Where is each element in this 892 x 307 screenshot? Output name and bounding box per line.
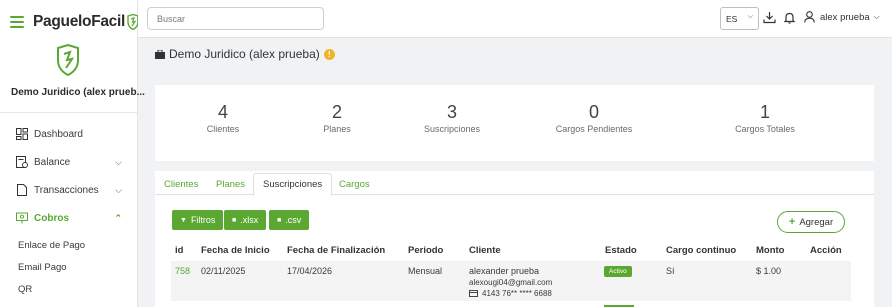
chevron-down-icon: ⌵ (747, 13, 753, 20)
export-csv-button[interactable]: ■ .csv (269, 210, 310, 230)
payments-icon (16, 212, 28, 224)
stat-value: 2 (331, 102, 342, 122)
row-end-date: 17/04/2026 (287, 266, 333, 276)
document-icon (17, 184, 27, 196)
sidebar-item-label: Balance (34, 156, 71, 168)
language-select[interactable]: ES ⌵ (720, 7, 759, 30)
tabs: Clientes Planes Suscripciones Cargos (155, 173, 874, 196)
stat-value: 1 (759, 102, 770, 122)
column-header-id: id (175, 245, 184, 256)
user-icon (804, 11, 815, 23)
row-client-email: alexougi04@gmail.com (469, 278, 553, 287)
search-input[interactable] (147, 7, 324, 30)
column-header-continuous: Cargo continuo (666, 245, 737, 256)
xlsx-label: .xlsx (240, 215, 259, 225)
column-header-status: Estado (605, 245, 637, 256)
column-header-start: Fecha de Inicio (201, 245, 270, 256)
topbar: ES ⌵ alex prueba ⌵ (138, 0, 892, 38)
row-amount: $ 1.00 (756, 266, 782, 276)
chevron-down-icon: ⌵ (115, 184, 122, 195)
briefcase-icon (155, 49, 165, 59)
credit-card-icon (469, 290, 478, 297)
tab-planes[interactable]: Planes (207, 173, 254, 196)
file-icon: ■ (232, 216, 237, 224)
filters-button[interactable]: ▼ Filtros (172, 210, 224, 230)
stat-value: 3 (446, 102, 457, 122)
user-name: alex prueba (820, 11, 870, 23)
sidebar-item-cobros[interactable]: Cobros ⌃ (16, 208, 126, 228)
column-header-amount: Monto (756, 245, 785, 256)
stat-suscripciones: 3 Suscripciones (392, 102, 512, 134)
sidebar-item-label: Dashboard (34, 128, 83, 140)
csv-label: .csv (285, 215, 302, 225)
status-badge: Activo (604, 266, 632, 277)
chevron-down-icon: ⌵ (115, 156, 122, 167)
sidebar-divider (0, 112, 137, 113)
plus-icon: + (788, 216, 796, 228)
row-start-date: 02/11/2025 (201, 266, 246, 276)
stat-label: Cargos Pendientes (555, 124, 633, 134)
stat-clientes: 4 Clientes (163, 102, 283, 134)
sidebar-item-label: Transacciones (34, 184, 99, 196)
company-name: Demo Juridico (alex prueb... (11, 87, 145, 98)
filter-icon: ▼ (180, 216, 187, 224)
chevron-down-icon: ⌵ (873, 12, 880, 21)
sidebar-item-label: Cobros (34, 212, 69, 224)
stat-label: Cargos Totales (735, 124, 795, 134)
row-period: Mensual (408, 266, 443, 276)
sidebar-subitem-qr[interactable]: QR (18, 284, 32, 295)
stat-value: 0 (588, 102, 599, 122)
page-title-text: Demo Juridico (alex prueba) (169, 47, 320, 61)
language-value: ES (726, 13, 738, 24)
info-icon[interactable]: ! (323, 48, 335, 60)
sidebar-item-balance[interactable]: Balance ⌵ (16, 152, 126, 172)
column-header-end: Fecha de Finalización (287, 245, 386, 256)
column-header-period: Periodo (408, 245, 444, 256)
scrollbar[interactable] (874, 38, 892, 307)
user-menu[interactable]: alex prueba ⌵ (804, 11, 880, 23)
brand: PagueloFacil (10, 10, 139, 34)
stat-label: Clientes (206, 124, 240, 134)
column-header-action: Acción (810, 245, 842, 256)
row-client-card: 4143 76** **** 6688 (482, 289, 552, 298)
company-logo-icon (57, 44, 79, 76)
stat-planes: 2 Planes (277, 102, 397, 134)
sidebar-item-dashboard[interactable]: Dashboard (16, 124, 126, 144)
stat-cargos-pendientes: 0 Cargos Pendientes (534, 102, 654, 134)
tab-cargos[interactable]: Cargos (330, 173, 379, 196)
column-header-client: Cliente (469, 245, 501, 256)
stat-label: Suscripciones (423, 124, 481, 134)
sidebar-subitem-email-pago[interactable]: Email Pago (18, 262, 67, 273)
export-xlsx-button[interactable]: ■ .xlsx (224, 210, 267, 230)
stat-cargos-totales: 1 Cargos Totales (705, 102, 825, 134)
row-continuous: Sí (666, 266, 675, 276)
dashboard-icon (16, 128, 28, 140)
row-id-link[interactable]: 758 (175, 266, 190, 276)
sidebar: PagueloFacil Demo Juridico (alex prueb..… (0, 0, 145, 307)
brand-name: PagueloFacil (33, 13, 126, 30)
page-title: Demo Juridico (alex prueba) ! (155, 47, 335, 61)
stat-label: Planes (323, 124, 351, 134)
menu-icon[interactable] (10, 16, 24, 28)
add-button[interactable]: + Agregar (777, 211, 845, 233)
chevron-up-icon: ⌃ (114, 212, 122, 223)
file-icon: ■ (277, 216, 282, 224)
row-client-name: alexander prueba (469, 266, 540, 276)
tab-clientes[interactable]: Clientes (155, 173, 207, 196)
balance-icon (16, 156, 28, 168)
download-icon[interactable] (763, 11, 776, 24)
sidebar-item-transacciones[interactable]: Transacciones ⌵ (16, 180, 126, 200)
sidebar-subitem-enlace-de-pago[interactable]: Enlace de Pago (18, 240, 85, 251)
subscriptions-card: Clientes Planes Suscripciones Cargos ▼ F… (155, 171, 874, 307)
bell-icon[interactable] (783, 11, 796, 24)
tab-suscripciones[interactable]: Suscripciones (253, 173, 333, 196)
stat-value: 4 (217, 102, 228, 122)
add-label: Agregar (799, 216, 834, 228)
stats-card: 4 Clientes 2 Planes 3 Suscripciones 0 Ca… (155, 85, 874, 161)
filters-label: Filtros (190, 215, 216, 225)
